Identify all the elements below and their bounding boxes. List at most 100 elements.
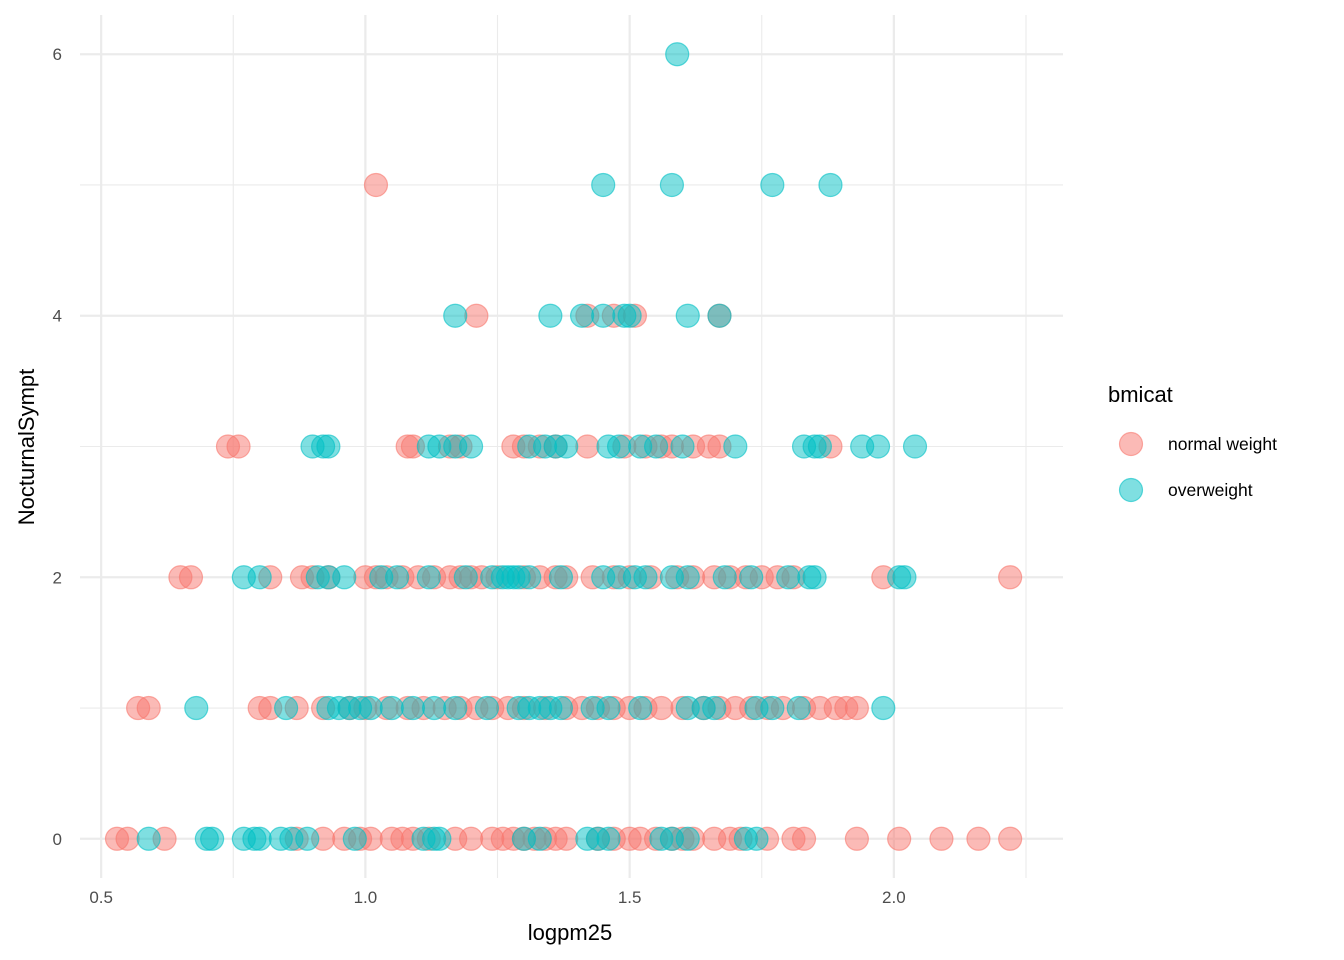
- y-tick-label: 6: [53, 45, 62, 64]
- data-point: [617, 303, 642, 328]
- data-point: [998, 826, 1023, 851]
- data-point: [702, 695, 727, 721]
- data-point: [786, 695, 811, 721]
- data-point: [554, 826, 579, 851]
- data-point: [443, 695, 468, 721]
- data-point: [659, 172, 685, 198]
- data-point: [517, 565, 542, 590]
- data-point: [342, 826, 367, 851]
- data-point: [871, 695, 896, 721]
- data-point: [723, 434, 748, 459]
- legend-key-overweight: [1118, 477, 1144, 503]
- data-point: [739, 565, 764, 590]
- y-tick-label: 0: [53, 830, 62, 849]
- data-point: [379, 695, 404, 721]
- data-point: [443, 303, 468, 328]
- data-point: [363, 172, 389, 198]
- data-point: [844, 695, 869, 721]
- data-point: [458, 434, 484, 459]
- data-point: [421, 695, 447, 721]
- data-point: [115, 826, 140, 851]
- data-point: [474, 695, 500, 721]
- legend-label-overweight: overweight: [1168, 480, 1253, 500]
- data-point: [776, 565, 801, 590]
- data-point: [384, 565, 410, 590]
- data-point: [887, 826, 912, 851]
- y-tick-label: 2: [53, 568, 62, 587]
- data-point: [670, 434, 695, 459]
- data-point: [184, 695, 209, 721]
- data-point: [569, 303, 595, 328]
- data-point: [675, 826, 700, 851]
- data-point: [596, 695, 621, 721]
- x-tick-label: 2.0: [882, 888, 906, 907]
- data-point: [247, 565, 272, 590]
- x-axis-ticks: 0.5 1.0 1.5 2.0: [89, 888, 905, 907]
- data-point: [464, 303, 489, 328]
- data-point: [643, 434, 669, 459]
- data-point: [791, 826, 817, 851]
- data-point: [274, 695, 299, 721]
- data-point: [675, 303, 700, 328]
- data-point: [548, 695, 574, 721]
- data-point: [675, 565, 700, 590]
- data-point: [649, 695, 674, 721]
- data-point: [802, 565, 827, 590]
- data-point: [136, 826, 161, 851]
- data-point: [548, 565, 574, 590]
- data-point: [332, 565, 357, 590]
- data-point: [844, 826, 869, 851]
- data-point: [712, 565, 737, 590]
- data-point: [416, 565, 441, 590]
- data-point: [358, 695, 383, 721]
- data-point: [707, 303, 732, 328]
- data-point: [136, 695, 161, 721]
- data-point: [178, 565, 204, 590]
- x-tick-label: 1.0: [354, 888, 378, 907]
- data-point: [295, 826, 320, 851]
- data-point: [966, 826, 991, 851]
- data-point: [818, 172, 843, 198]
- y-tick-label: 4: [53, 307, 62, 326]
- data-point: [591, 303, 616, 328]
- data-point: [929, 826, 954, 851]
- legend-item-overweight: overweight: [1118, 477, 1253, 503]
- y-axis-ticks: 0 2 4 6: [53, 45, 62, 849]
- data-point: [760, 695, 785, 721]
- data-point: [591, 172, 616, 198]
- data-point: [892, 565, 917, 590]
- data-point: [316, 434, 341, 459]
- data-point: [744, 826, 769, 851]
- legend-title: bmicat: [1108, 382, 1173, 407]
- data-point: [554, 434, 579, 459]
- data-point: [453, 565, 478, 590]
- data-point: [538, 303, 563, 328]
- data-point: [865, 434, 891, 459]
- data-point: [998, 565, 1023, 590]
- data-point: [665, 42, 690, 67]
- data-point: [596, 826, 621, 851]
- legend-key-normal-weight: [1118, 431, 1144, 457]
- data-point: [760, 172, 785, 198]
- data-point: [606, 434, 632, 459]
- data-point: [527, 826, 552, 851]
- data-point: [427, 826, 452, 851]
- legend-label-normal-weight: normal weight: [1168, 434, 1277, 454]
- x-tick-label: 1.5: [618, 888, 642, 907]
- data-point: [226, 434, 251, 459]
- data-point: [633, 565, 658, 590]
- data-point: [458, 826, 484, 851]
- scatter-chart: 0.5 1.0 1.5 2.0 0 2 4 6 logpm25 NocturnalSympt…: [14, 15, 1277, 945]
- data-point: [200, 826, 225, 851]
- data-point: [400, 695, 426, 721]
- data-point: [247, 826, 272, 851]
- legend-item-normal-weight: normal weight: [1118, 431, 1277, 457]
- data-point: [807, 434, 832, 459]
- data-point: [628, 695, 653, 721]
- y-axis-title: NocturnalSympt: [14, 369, 39, 526]
- points-layer: [104, 42, 1023, 851]
- data-point: [902, 434, 928, 459]
- x-axis-title: logpm25: [528, 920, 612, 945]
- x-tick-label: 0.5: [89, 888, 113, 907]
- data-point: [575, 434, 600, 459]
